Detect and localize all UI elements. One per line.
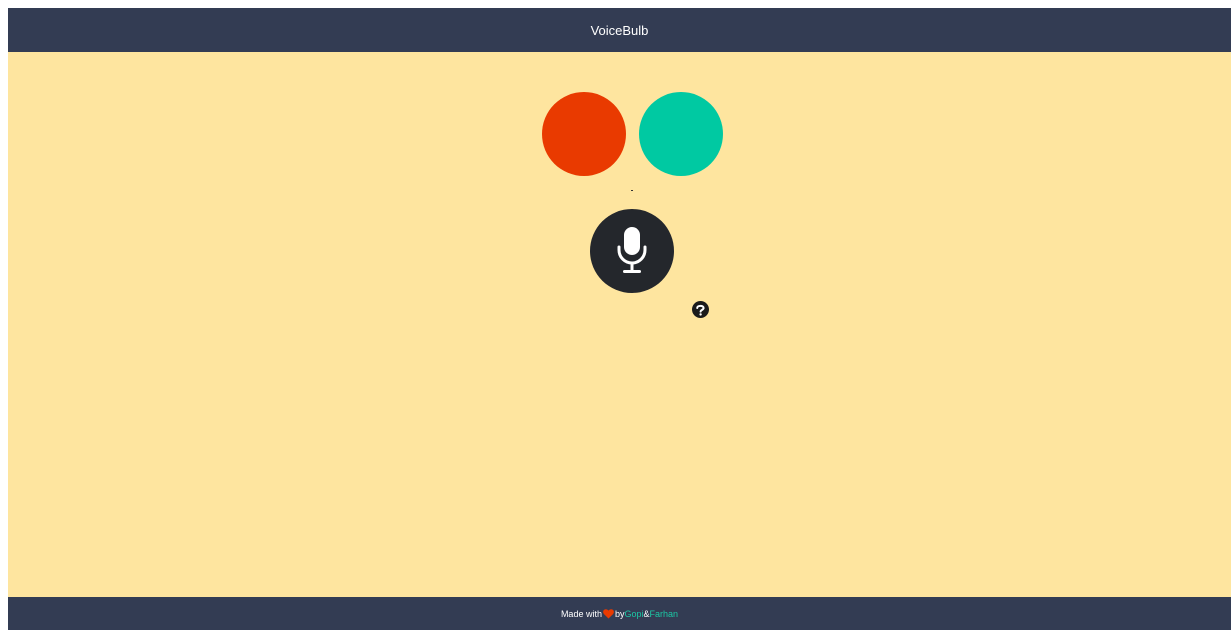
question-circle-icon xyxy=(696,304,705,316)
microphone-button[interactable] xyxy=(590,209,674,293)
footer-by: by xyxy=(614,608,625,619)
speech-indicator xyxy=(631,190,633,191)
app-footer: Made with by Gopi & Farhan xyxy=(8,597,1231,630)
main-area xyxy=(8,52,1231,597)
red-bulb[interactable] xyxy=(542,92,626,176)
help-button[interactable] xyxy=(692,301,709,318)
heart-icon xyxy=(603,608,614,618)
green-bulb[interactable] xyxy=(639,92,723,176)
footer-prefix: Made with xyxy=(560,608,602,619)
author-link-gopi[interactable]: Gopi xyxy=(624,609,643,619)
app-frame: VoiceBulb Made with by Gopi & Farhan xyxy=(8,8,1231,630)
app-header: VoiceBulb xyxy=(8,8,1231,52)
microphone-icon xyxy=(617,227,647,273)
author-link-farhan[interactable]: Farhan xyxy=(650,609,679,619)
app-title: VoiceBulb xyxy=(590,22,649,38)
